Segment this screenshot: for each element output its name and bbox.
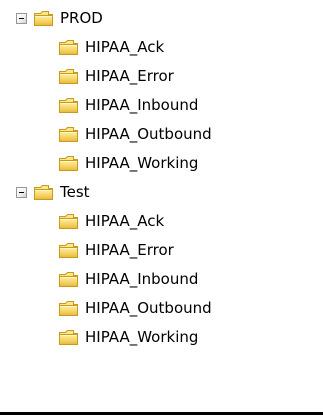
tree-node-test-hipaa-error[interactable]: HIPAA_Error (58, 236, 174, 264)
folder-icon (58, 39, 79, 56)
collapse-test-minus-box-icon[interactable] (16, 186, 27, 198)
folder-icon (58, 155, 79, 172)
folder-icon (58, 271, 79, 288)
tree-node-label: HIPAA_Outbound (85, 299, 212, 317)
folder-icon (58, 97, 79, 114)
folder-icon (58, 68, 79, 85)
tree-node-prod-hipaa-outbound[interactable]: HIPAA_Outbound (58, 120, 212, 148)
tree-node-prod-hipaa-error[interactable]: HIPAA_Error (58, 62, 174, 90)
tree-node-prod-hipaa-ack[interactable]: HIPAA_Ack (58, 33, 164, 61)
collapse-prod-minus-box-icon[interactable] (16, 12, 27, 24)
tree-node-label: Test (60, 183, 90, 201)
folder-icon (58, 213, 79, 230)
folder-icon (58, 329, 79, 346)
tree-node-test-hipaa-outbound[interactable]: HIPAA_Outbound (58, 294, 212, 322)
tree-node-prod-hipaa-inbound[interactable]: HIPAA_Inbound (58, 91, 198, 119)
folder-icon (33, 184, 54, 201)
tree-node-label: HIPAA_Ack (85, 38, 165, 56)
tree-node-label: HIPAA_Inbound (85, 270, 199, 288)
tree-node-label: HIPAA_Error (85, 67, 174, 85)
tree-node-test[interactable]: Test (16, 178, 90, 206)
tree-node-label: HIPAA_Working (85, 328, 199, 346)
tree-node-label: HIPAA_Error (85, 241, 174, 259)
tree-node-prod[interactable]: PROD (16, 4, 103, 32)
folder-icon (58, 126, 79, 143)
tree-node-label: HIPAA_Inbound (85, 96, 199, 114)
tree-node-test-hipaa-working[interactable]: HIPAA_Working (58, 323, 198, 351)
bottom-divider (0, 412, 323, 415)
tree-node-label: PROD (60, 9, 103, 27)
folder-tree: PROD HIPAA_Ack HIPAA_Error HIPAA_Inbound… (0, 0, 323, 412)
folder-icon (58, 242, 79, 259)
folder-icon (58, 300, 79, 317)
tree-node-label: HIPAA_Working (85, 154, 199, 172)
tree-node-test-hipaa-inbound[interactable]: HIPAA_Inbound (58, 265, 198, 293)
folder-icon (33, 10, 54, 27)
tree-node-test-hipaa-ack[interactable]: HIPAA_Ack (58, 207, 164, 235)
tree-node-label: HIPAA_Outbound (85, 125, 212, 143)
tree-node-prod-hipaa-working[interactable]: HIPAA_Working (58, 149, 198, 177)
tree-node-label: HIPAA_Ack (85, 212, 165, 230)
